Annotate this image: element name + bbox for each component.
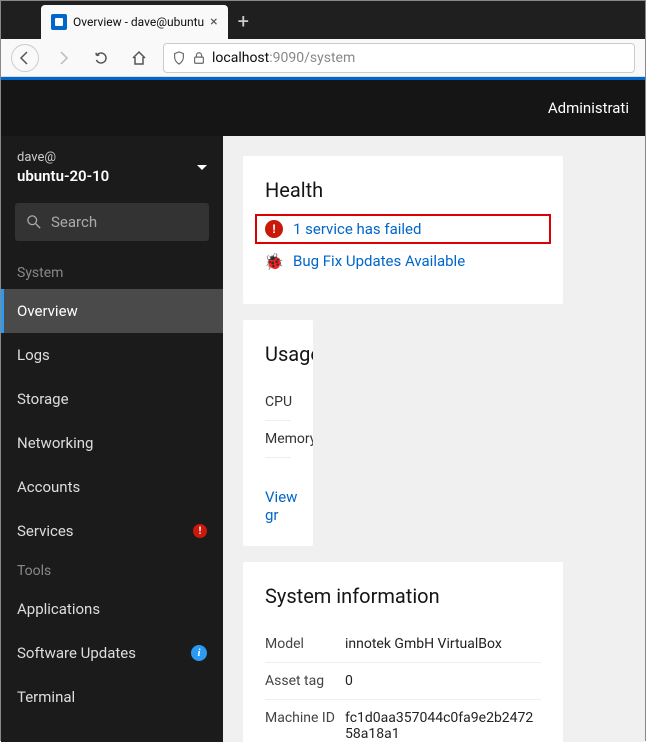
- browser-tab[interactable]: Overview - dave@ubuntu ×: [41, 5, 228, 39]
- usage-view-graphs-link[interactable]: View gr: [265, 488, 291, 524]
- url-bar[interactable]: localhost:9090/system: [163, 43, 635, 73]
- health-updates[interactable]: 🐞 Bug Fix Updates Available: [265, 252, 541, 270]
- health-title: Health: [265, 178, 541, 202]
- search-placeholder: Search: [51, 213, 97, 231]
- sidebar-item-storage[interactable]: Storage: [1, 377, 223, 421]
- close-tab-icon[interactable]: ×: [210, 14, 217, 30]
- browser-toolbar: localhost:9090/system: [1, 39, 645, 77]
- main-content: Health 1 service has failed 🐞 Bug Fix Up…: [223, 136, 645, 742]
- search-icon: [27, 215, 41, 229]
- forward-button[interactable]: [49, 44, 77, 72]
- nav-heading-system: System: [1, 255, 223, 289]
- sidebar-item-software-updates[interactable]: Software Updates: [1, 631, 223, 675]
- host-selector[interactable]: dave@ ubuntu-20-10: [1, 136, 223, 199]
- tab-title: Overview - dave@ubuntu: [73, 15, 204, 29]
- nav-heading-tools: Tools: [1, 553, 223, 587]
- lock-icon: [192, 51, 206, 65]
- health-card: Health 1 service has failed 🐞 Bug Fix Up…: [243, 156, 563, 304]
- alert-icon: [193, 524, 207, 538]
- shield-icon: [172, 51, 186, 65]
- back-button[interactable]: [11, 44, 39, 72]
- info-row-asset-tag: Asset tag 0: [265, 663, 541, 700]
- usage-card: Usage CPU Memory View gr: [243, 320, 313, 546]
- sysinfo-title: System information: [265, 584, 541, 608]
- usage-row-cpu: CPU: [265, 384, 291, 421]
- bug-icon: 🐞: [265, 252, 283, 270]
- usage-title: Usage: [265, 342, 291, 366]
- header-right-label[interactable]: Administrati: [548, 99, 629, 117]
- search-input[interactable]: Search: [15, 203, 209, 241]
- favicon-icon: [51, 14, 67, 30]
- info-row-machine-id: Machine ID fc1d0aa357044c0fa9e2b247258a1…: [265, 700, 541, 742]
- info-icon: [191, 645, 207, 661]
- sidebar-item-overview[interactable]: Overview: [1, 289, 223, 333]
- sidebar-item-applications[interactable]: Applications: [1, 587, 223, 631]
- system-info-card: System information Model innotek GmbH Vi…: [243, 562, 563, 742]
- sidebar: dave@ ubuntu-20-10 Search System Overvie…: [1, 136, 223, 742]
- sidebar-item-logs[interactable]: Logs: [1, 333, 223, 377]
- health-service-failed[interactable]: 1 service has failed: [255, 214, 551, 244]
- health-updates-link[interactable]: Bug Fix Updates Available: [293, 252, 465, 270]
- host-name: ubuntu-20-10: [17, 167, 109, 185]
- info-row-model: Model innotek GmbH VirtualBox: [265, 626, 541, 663]
- sidebar-item-terminal[interactable]: Terminal: [1, 675, 223, 719]
- header-bar: Administrati: [1, 80, 645, 136]
- chevron-down-icon: [197, 165, 207, 170]
- reload-button[interactable]: [87, 44, 115, 72]
- sidebar-item-accounts[interactable]: Accounts: [1, 465, 223, 509]
- error-icon: [265, 220, 283, 238]
- health-failed-link[interactable]: 1 service has failed: [293, 220, 421, 238]
- url-text: localhost:9090/system: [212, 50, 355, 66]
- sidebar-item-networking[interactable]: Networking: [1, 421, 223, 465]
- usage-row-memory: Memory: [265, 421, 291, 458]
- host-user: dave@: [17, 150, 109, 165]
- home-button[interactable]: [125, 44, 153, 72]
- browser-tab-bar: Overview - dave@ubuntu × +: [1, 1, 645, 39]
- new-tab-button[interactable]: +: [238, 9, 249, 33]
- sidebar-item-services[interactable]: Services: [1, 509, 223, 553]
